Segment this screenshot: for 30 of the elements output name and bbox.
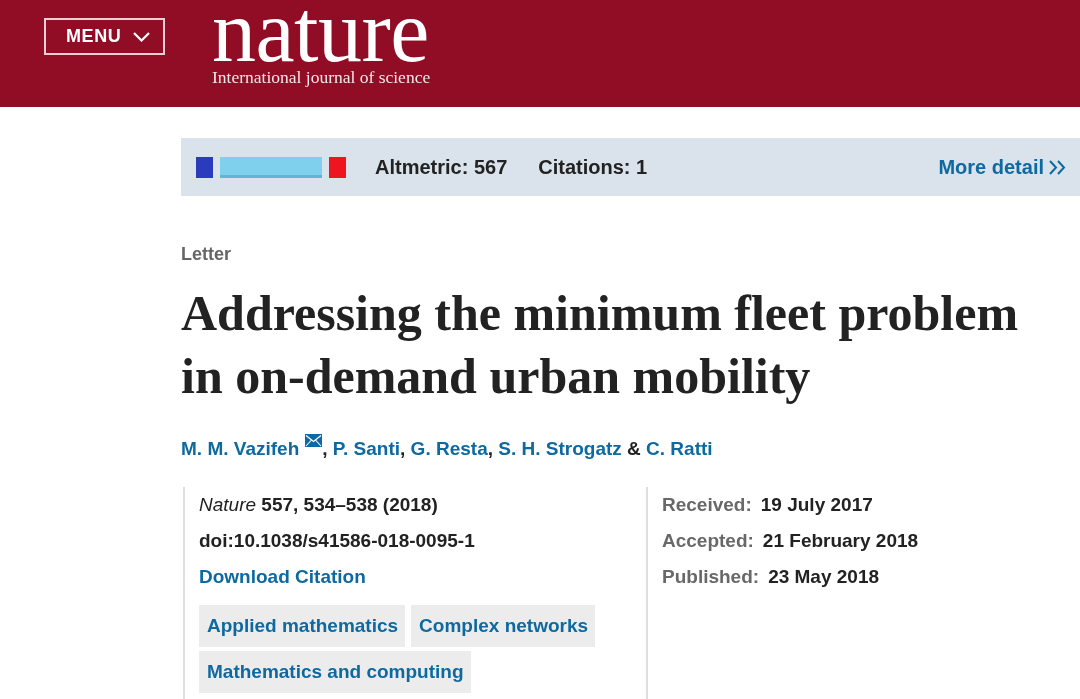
author-list: M. M. Vazifeh , P. Santi, G. Resta, S. H. Strogatz & C. Ratti bbox=[181, 434, 713, 461]
author-link[interactable]: G. Resta bbox=[410, 438, 488, 459]
site-tagline: International journal of science bbox=[212, 67, 431, 87]
envelope-icon[interactable] bbox=[305, 434, 323, 447]
chevron-down-icon bbox=[133, 31, 151, 42]
date-value: 23 May 2018 bbox=[768, 565, 880, 589]
site-logo[interactable]: nature bbox=[212, 2, 429, 62]
article-type: Letter bbox=[181, 243, 231, 265]
author-link[interactable]: S. H. Strogatz bbox=[498, 438, 622, 459]
journal-citation: Nature 557, 534–538 (2018) bbox=[199, 493, 438, 517]
subject-tag[interactable]: Mathematics and computing bbox=[199, 651, 471, 693]
doi-text: doi:10.1038/s41586-018-0095-1 bbox=[199, 529, 475, 553]
author-link[interactable]: M. M. Vazifeh bbox=[181, 438, 300, 459]
author-link[interactable]: C. Ratti bbox=[646, 438, 713, 459]
citation-count: Citations: 1 bbox=[538, 155, 648, 179]
date-label: Received: bbox=[662, 493, 752, 517]
date-value: 21 February 2018 bbox=[762, 529, 919, 553]
menu-button[interactable]: MENU bbox=[44, 18, 165, 55]
altmetric-score: Altmetric: 567 bbox=[375, 155, 508, 179]
stripe-badge-icon bbox=[196, 156, 346, 178]
date-label: Published: bbox=[662, 565, 760, 589]
subject-tag[interactable]: Complex networks bbox=[411, 605, 596, 647]
article-title: Addressing the minimum fleet problem in on-demand urban mobility bbox=[181, 284, 1020, 406]
date-label: Accepted: bbox=[662, 529, 754, 553]
subject-tag[interactable]: Applied mathematics bbox=[199, 605, 406, 647]
double-chevron-icon bbox=[1049, 159, 1067, 175]
download-citation-link[interactable]: Download Citation bbox=[199, 559, 366, 595]
date-value: 19 July 2017 bbox=[760, 493, 873, 517]
author-link[interactable]: P. Santi bbox=[332, 438, 401, 459]
more-detail-link[interactable]: More detail bbox=[938, 155, 1067, 179]
